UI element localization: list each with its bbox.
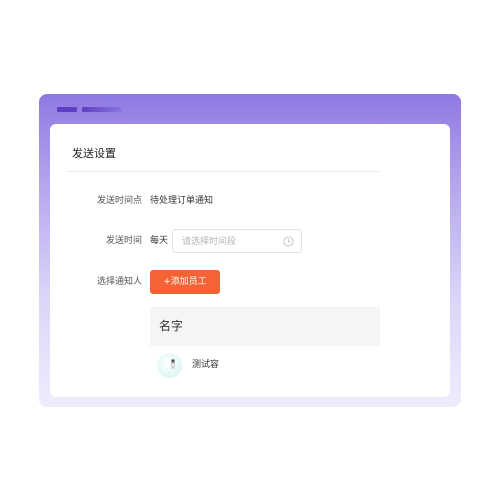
page-title: 发送设置: [72, 147, 116, 160]
clock-icon: [283, 236, 294, 247]
send-time-label: 发送时间: [105, 236, 142, 246]
titlebar-decoration-long: [82, 107, 122, 112]
table-row: 测试容: [150, 346, 380, 384]
time-range-placeholder: 请选择时间段: [182, 237, 237, 247]
member-name: 测试容: [192, 360, 220, 370]
settings-card: 发送设置 发送时间点 待处理订单通知 发送时间 每天 请选择时间段 选择通知人 …: [50, 124, 450, 397]
person-icon: [170, 359, 176, 369]
members-table: 名字 测试容: [150, 307, 380, 384]
title-divider: [66, 171, 380, 172]
app-window: 发送设置 发送时间点 待处理订单通知 发送时间 每天 请选择时间段 选择通知人 …: [39, 94, 461, 407]
add-employee-button[interactable]: +添加员工: [150, 270, 220, 294]
send-time-point-value: 待处理订单通知: [150, 196, 214, 206]
table-header-name: 名字: [150, 307, 380, 346]
avatar: [157, 353, 182, 378]
titlebar-decoration-short: [57, 107, 77, 112]
send-time-prefix: 每天: [150, 236, 169, 246]
send-time-point-label: 发送时间点: [96, 196, 142, 206]
time-range-input[interactable]: 请选择时间段: [172, 229, 302, 253]
notify-person-label: 选择通知人: [96, 277, 142, 287]
